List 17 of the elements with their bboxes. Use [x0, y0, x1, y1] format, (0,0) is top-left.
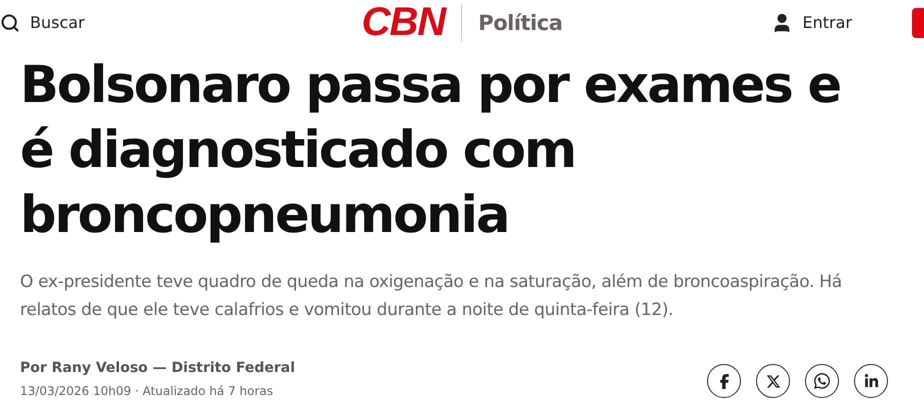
- x-share-button[interactable]: [756, 364, 790, 398]
- search-button[interactable]: Buscar: [0, 12, 85, 32]
- facebook-share-button[interactable]: [707, 364, 741, 398]
- search-icon: [0, 12, 20, 32]
- linkedin-share-button[interactable]: [854, 364, 888, 398]
- subscribe-button[interactable]: [912, 8, 924, 38]
- subtitle: O ex-presidente teve quadro de queda na oxigenação e na saturação, além de broncoaspiração. Há relatos de que ele teve calafrios e vomitou durante a noite de quinta-feira (12).: [20, 271, 843, 322]
- section-title: Política: [478, 10, 562, 34]
- headline: Bolsonaro passa por exames e é diagnosticado com broncopneumonia: [20, 55, 842, 247]
- byline: Por Rany Veloso — Distrito Federal: [20, 360, 296, 376]
- linkedin-icon: [864, 374, 878, 388]
- whatsapp-icon: [813, 372, 831, 390]
- login-button[interactable]: Entrar: [770, 12, 852, 34]
- publish-date: 13/03/2026 10h09 · Atualizado há 7 horas: [20, 384, 274, 398]
- logo[interactable]: CBN: [362, 0, 446, 45]
- whatsapp-share-button[interactable]: [805, 364, 839, 398]
- x-icon: [766, 374, 780, 388]
